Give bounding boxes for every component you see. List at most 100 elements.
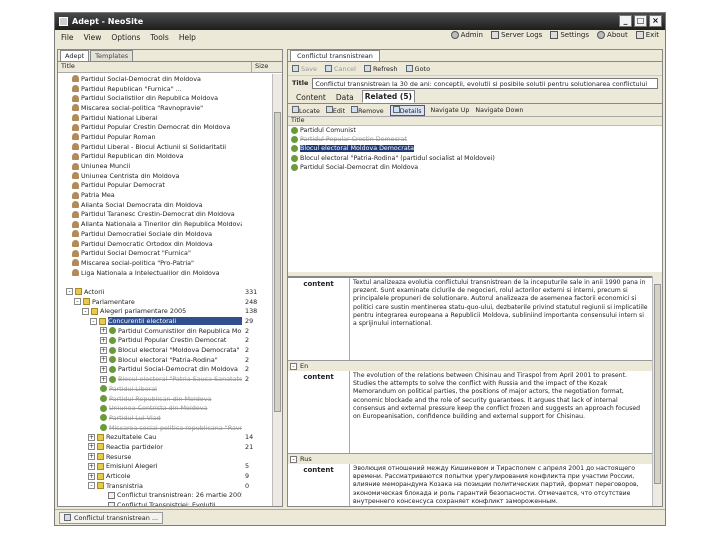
cancel-button[interactable]: Cancel xyxy=(324,65,356,73)
property-value[interactable]: Textul analizeaza evolutia conflictului … xyxy=(350,278,652,360)
expand-icon[interactable]: + xyxy=(88,443,95,451)
tree-node[interactable]: Partidul Democratiei Sociale din Moldova xyxy=(58,229,272,239)
document-tab[interactable]: Conflictul transnistrean xyxy=(290,50,380,61)
tree-node[interactable]: Liga Nationala a Intelectualilor din Mol… xyxy=(58,268,272,278)
collapse-icon[interactable]: - xyxy=(88,482,95,490)
tree-node[interactable]: Partidul Republican "Furnica" ... xyxy=(58,84,272,94)
group-header[interactable]: - En xyxy=(288,361,652,371)
menu-tools[interactable]: Tools xyxy=(148,33,170,42)
expand-icon[interactable]: + xyxy=(100,327,107,335)
status-item[interactable]: Conflictul transnistrean ... xyxy=(59,511,164,524)
tree-node[interactable]: Uniunea Centrista din Moldova xyxy=(58,171,272,181)
tree-node[interactable]: Miscarea social-politica "Pro-Patria" xyxy=(58,258,272,268)
tree-node[interactable]: Partidul Taranesc Crestin-Democrat din M… xyxy=(58,210,272,220)
tree-node[interactable]: - Transnistria 0 xyxy=(58,481,272,491)
locate-button[interactable]: Locate xyxy=(292,105,320,115)
close-button[interactable]: × xyxy=(649,15,662,27)
tree-node[interactable]: Partidul Popular Crestin Democrat din Mo… xyxy=(58,122,272,132)
maximize-button[interactable]: □ xyxy=(634,15,647,27)
settings-button[interactable]: Settings xyxy=(550,31,589,39)
tree-node[interactable]: Miscarea social-politica "Ravnopravie" xyxy=(58,103,272,113)
edit-button[interactable]: Edit xyxy=(325,105,345,115)
related-item[interactable]: Blocul electoral "Patria-Rodina" (partid… xyxy=(288,154,662,163)
tree-node[interactable]: - Concurentii electorali 29 xyxy=(58,316,272,326)
tree-node[interactable]: + Rezultatele Cau 14 xyxy=(58,432,272,442)
related-item[interactable]: Partidul Popular Crestin Democrat xyxy=(288,135,662,144)
group-header[interactable]: - Rus xyxy=(288,454,652,464)
navigate-down-button[interactable]: Navigate Down xyxy=(475,107,523,114)
exit-button[interactable]: Exit xyxy=(635,31,659,39)
related-item[interactable]: Partidul Comunist xyxy=(288,126,662,135)
tab-content[interactable]: Content xyxy=(294,92,328,103)
tree-node[interactable]: + Partidul Social-Democrat din Moldova 2 xyxy=(58,365,272,375)
tab-related[interactable]: Related (5) xyxy=(361,90,415,103)
tab-templates[interactable]: Templates xyxy=(90,50,134,61)
tree-node[interactable]: + Resurse xyxy=(58,452,272,462)
collapse-icon[interactable]: - xyxy=(82,307,89,315)
tree-node[interactable]: Partidul Popular Roman xyxy=(58,132,272,142)
menu-help[interactable]: Help xyxy=(177,33,198,42)
tree-node[interactable]: + Partidul Comunistilor din Republica Mol… xyxy=(58,326,272,336)
tree-node[interactable]: Partidul Democratic Ortodox din Moldova xyxy=(58,239,272,249)
expand-icon[interactable]: + xyxy=(100,336,107,344)
scrollbar-thumb[interactable] xyxy=(654,284,661,484)
tree-node[interactable]: + Blocul electoral "Moldova Democrata" 2 xyxy=(58,345,272,355)
tree-node[interactable]: Alianta Nationala a Tinerilor din Republ… xyxy=(58,219,272,229)
server-logs-button[interactable]: Server Logs xyxy=(490,31,542,39)
about-button[interactable]: About xyxy=(597,31,628,39)
collapse-icon[interactable]: - xyxy=(74,298,81,306)
menu-view[interactable]: View xyxy=(82,33,104,42)
save-button[interactable]: Save xyxy=(292,65,317,73)
property-value[interactable]: Эволюция отношений между Кишиневом и Тир… xyxy=(350,464,652,506)
tree-node[interactable]: + Emisiuni Alegeri 5 xyxy=(58,462,272,472)
navigate-up-button[interactable]: Navigate Up xyxy=(431,107,470,114)
expand-icon[interactable]: + xyxy=(100,365,107,373)
tree-node[interactable]: + Blocul electoral "Patria-Rodina" 2 xyxy=(58,355,272,365)
tree-node[interactable]: Partidul National Liberal xyxy=(58,113,272,123)
remove-button[interactable]: Remove xyxy=(351,105,384,115)
details-scrollbar[interactable] xyxy=(652,276,662,506)
tree-node[interactable]: Partidul Liberal - Blocul Actiunii si So… xyxy=(58,142,272,152)
related-item[interactable]: Blocul electoral Moldova Democrata xyxy=(288,144,662,153)
tree-node[interactable]: Partidul Republican din Moldova xyxy=(58,152,272,162)
tree-node[interactable]: Partidul Social Democrat "Furnica" xyxy=(58,248,272,258)
expand-icon[interactable]: + xyxy=(100,356,107,364)
refresh-button[interactable]: Refresh xyxy=(364,65,398,73)
tree-node[interactable]: - Actorii 331 xyxy=(58,287,272,297)
collapse-icon[interactable]: - xyxy=(290,362,297,370)
column-title[interactable]: Title xyxy=(58,62,252,72)
tree-node[interactable]: Uniunea Muncii xyxy=(58,161,272,171)
tree-node[interactable]: - Parlamentare 248 xyxy=(58,297,272,307)
expand-icon[interactable]: + xyxy=(88,453,95,461)
tab-adept[interactable]: Adept xyxy=(60,50,90,61)
tree-node[interactable]: Partidul Republican din Moldova xyxy=(58,394,272,404)
expand-icon[interactable]: + xyxy=(88,462,95,470)
expand-icon[interactable]: + xyxy=(88,472,95,480)
tree-node[interactable]: Partidul Social-Democrat din Moldova xyxy=(58,74,272,84)
tree-node[interactable]: + Reactia partidelor 21 xyxy=(58,442,272,452)
expand-icon[interactable]: + xyxy=(88,433,95,441)
tree-node[interactable]: Patria Mea xyxy=(58,190,272,200)
tree-node[interactable]: + Articole 9 xyxy=(58,471,272,481)
menu-options[interactable]: Options xyxy=(109,33,142,42)
related-item[interactable]: Partidul Social-Democrat din Moldova xyxy=(288,163,662,172)
details-button[interactable]: Details xyxy=(389,104,425,116)
tab-data[interactable]: Data xyxy=(334,92,356,103)
goto-button[interactable]: Goto xyxy=(405,65,430,73)
collapse-icon[interactable]: - xyxy=(90,317,97,325)
column-size[interactable]: Size xyxy=(252,62,282,72)
tree-node[interactable]: Conflictul transnistrean: 26 martie 2005 xyxy=(58,491,272,501)
tree-node[interactable]: + Blocul electoral "Patria Sauca Sanatate… xyxy=(58,374,272,384)
tree-node[interactable] xyxy=(58,277,272,287)
scrollbar-thumb[interactable] xyxy=(274,112,281,412)
tree-node[interactable]: Partidul Socialistilor din Republica Mol… xyxy=(58,93,272,103)
collapse-icon[interactable]: - xyxy=(290,455,297,463)
tree-node[interactable]: Alianta Social Democrata din Moldova xyxy=(58,200,272,210)
tree-node[interactable]: Conflictul Transnistriei: Evolutii ... xyxy=(58,500,272,506)
tree-scrollbar[interactable] xyxy=(272,74,282,506)
tree-node[interactable]: Partidul Lui Vlad xyxy=(58,413,272,423)
tree-node[interactable]: + Partidul Popular Crestin Democrat 2 xyxy=(58,336,272,346)
tree-node[interactable]: Miscarea social-politica republicana "Ra… xyxy=(58,423,272,433)
tree-node[interactable]: Uniunea Centrista din Moldova xyxy=(58,403,272,413)
tree-node[interactable]: Partidul Liberal xyxy=(58,384,272,394)
